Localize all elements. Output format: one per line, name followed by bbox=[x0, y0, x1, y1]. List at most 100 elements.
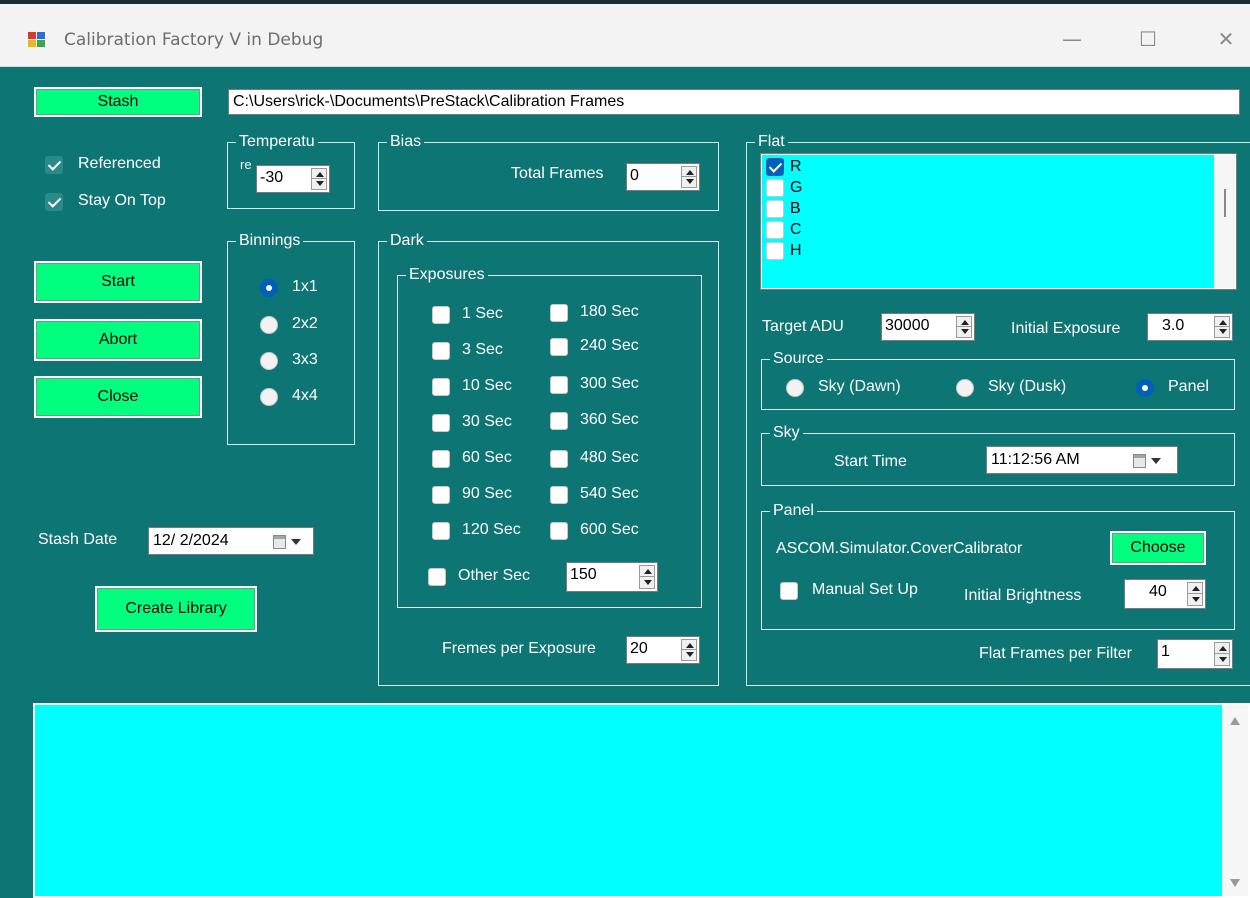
exposures-group: Exposures 1 Sec 3 Sec 10 Sec 30 Sec 60 S… bbox=[397, 265, 702, 608]
filter-r-checkbox[interactable] bbox=[766, 158, 784, 176]
title-bar[interactable]: Calibration Factory V in Debug — ☐ ✕ bbox=[0, 4, 1250, 67]
filter-listbox[interactable]: R G B C H bbox=[760, 153, 1237, 290]
binnings-group-title: Binnings bbox=[236, 231, 304, 251]
total-frames-spinner-arrows[interactable] bbox=[681, 166, 697, 188]
referenced-label: Referenced bbox=[78, 155, 161, 172]
panel-device-label: ASCOM.Simulator.CoverCalibrator bbox=[776, 540, 1023, 557]
scroll-down-icon[interactable] bbox=[1230, 879, 1240, 887]
total-frames-spinner[interactable]: 0 bbox=[626, 163, 700, 191]
initial-brightness-spinner-arrows[interactable] bbox=[1187, 582, 1203, 606]
stash-date-value: 12/ 2/2024 bbox=[153, 532, 229, 549]
source-panel-radio[interactable] bbox=[1136, 379, 1154, 397]
exposure-300-sec-checkbox[interactable] bbox=[550, 376, 568, 394]
frames-per-exposure-spinner-arrows[interactable] bbox=[681, 639, 697, 661]
exposure-60-sec-checkbox[interactable] bbox=[432, 450, 450, 468]
close-button[interactable]: Close bbox=[34, 376, 202, 418]
start-time-picker[interactable]: 11:12:56 AM bbox=[986, 446, 1178, 474]
create-library-button[interactable]: Create Library bbox=[95, 586, 257, 632]
chevron-down-icon bbox=[1151, 458, 1161, 464]
exposure-360-sec-label: 360 Sec bbox=[580, 411, 639, 428]
binning-1x1-label: 1x1 bbox=[292, 278, 318, 295]
other-sec-spinner-arrows[interactable] bbox=[639, 565, 655, 589]
initial-exposure-spinner-arrows[interactable] bbox=[1214, 316, 1230, 338]
flat-frames-per-filter-spinner-arrows[interactable] bbox=[1214, 642, 1230, 666]
maximize-button[interactable]: ☐ bbox=[1134, 26, 1162, 52]
bias-group: Bias Total Frames 0 bbox=[378, 132, 719, 211]
initial-brightness-spinner[interactable]: 40 bbox=[1124, 579, 1206, 609]
initial-exposure-spinner[interactable]: 3.0 bbox=[1147, 313, 1233, 341]
initial-brightness-value: 40 bbox=[1149, 583, 1167, 600]
source-sky-dusk-radio[interactable] bbox=[956, 379, 974, 397]
target-adu-spinner[interactable]: 30000 bbox=[881, 313, 975, 341]
start-button[interactable]: Start bbox=[34, 261, 202, 303]
manual-setup-checkbox[interactable] bbox=[780, 582, 798, 600]
frames-per-exposure-spinner[interactable]: 20 bbox=[626, 636, 700, 664]
minimize-button[interactable]: — bbox=[1058, 26, 1086, 52]
flat-frames-per-filter-label: Flat Frames per Filter bbox=[979, 645, 1132, 662]
log-scrollbar[interactable] bbox=[1222, 705, 1248, 896]
filter-g-checkbox[interactable] bbox=[766, 179, 784, 197]
exposure-10-sec-checkbox[interactable] bbox=[432, 378, 450, 396]
exposure-240-sec-label: 240 Sec bbox=[580, 337, 639, 354]
calendar-icon bbox=[1133, 454, 1146, 468]
close-window-button[interactable]: ✕ bbox=[1212, 26, 1240, 52]
temperature-group: Temperatu re -30 bbox=[227, 132, 355, 209]
exposure-240-sec-checkbox[interactable] bbox=[550, 338, 568, 356]
stash-button[interactable]: Stash bbox=[34, 87, 202, 117]
exposure-3-sec-checkbox[interactable] bbox=[432, 342, 450, 360]
exposure-120-sec-checkbox[interactable] bbox=[432, 522, 450, 540]
stash-date-label: Stash Date bbox=[38, 531, 118, 548]
filter-h-checkbox[interactable] bbox=[766, 242, 784, 260]
temperature-value: -30 bbox=[260, 169, 284, 186]
temperature-group-title: Temperatu bbox=[236, 132, 318, 152]
stay-on-top-checkbox[interactable] bbox=[45, 193, 63, 211]
filter-list-scrollbar[interactable] bbox=[1215, 155, 1235, 288]
binnings-group: Binnings 1x1 2x2 3x3 4x4 bbox=[227, 231, 355, 445]
scroll-thumb[interactable] bbox=[1224, 189, 1226, 217]
temperature-spinner[interactable]: -30 bbox=[256, 165, 330, 193]
initial-brightness-label: Initial Brightness bbox=[964, 587, 1082, 604]
referenced-checkbox[interactable] bbox=[45, 156, 63, 174]
source-sky-dawn-radio[interactable] bbox=[786, 379, 804, 397]
source-panel-label: Panel bbox=[1168, 378, 1209, 395]
binning-4x4-radio[interactable] bbox=[260, 388, 278, 406]
exposure-60-sec-label: 60 Sec bbox=[462, 449, 512, 466]
exposure-3-sec-label: 3 Sec bbox=[462, 341, 503, 358]
target-adu-spinner-arrows[interactable] bbox=[956, 316, 972, 338]
stay-on-top-label: Stay On Top bbox=[78, 192, 166, 209]
binning-2x2-radio[interactable] bbox=[260, 316, 278, 334]
stash-date-picker[interactable]: 12/ 2/2024 bbox=[148, 527, 314, 555]
filter-c-checkbox[interactable] bbox=[766, 221, 784, 239]
total-frames-value: 0 bbox=[630, 167, 639, 184]
flat-group-title: Flat bbox=[755, 132, 788, 152]
choose-button[interactable]: Choose bbox=[1110, 531, 1206, 565]
stash-path-field[interactable]: C:\Users\rick-\Documents\PreStack\Calibr… bbox=[228, 89, 1240, 115]
exposure-360-sec-checkbox[interactable] bbox=[550, 412, 568, 430]
other-sec-checkbox[interactable] bbox=[428, 568, 446, 586]
abort-button[interactable]: Abort bbox=[34, 319, 202, 361]
target-adu-label: Target ADU bbox=[762, 318, 844, 335]
flat-frames-per-filter-spinner[interactable]: 1 bbox=[1157, 639, 1233, 669]
source-sky-dawn-label: Sky (Dawn) bbox=[818, 378, 901, 395]
start-time-value: 11:12:56 AM bbox=[991, 451, 1080, 468]
exposure-90-sec-checkbox[interactable] bbox=[432, 486, 450, 504]
main-window: Calibration Factory V in Debug — ☐ ✕ Sta… bbox=[0, 0, 1250, 898]
start-time-label: Start Time bbox=[834, 453, 907, 470]
exposure-30-sec-checkbox[interactable] bbox=[432, 414, 450, 432]
exposure-120-sec-label: 120 Sec bbox=[462, 521, 521, 538]
binning-3x3-radio[interactable] bbox=[260, 352, 278, 370]
log-textbox[interactable] bbox=[33, 703, 1250, 898]
filter-b-checkbox[interactable] bbox=[766, 200, 784, 218]
scroll-up-icon[interactable] bbox=[1230, 717, 1240, 725]
temperature-spinner-arrows[interactable] bbox=[311, 168, 327, 190]
exposure-540-sec-label: 540 Sec bbox=[580, 485, 639, 502]
exposure-480-sec-checkbox[interactable] bbox=[550, 450, 568, 468]
exposure-1-sec-checkbox[interactable] bbox=[432, 306, 450, 324]
other-sec-spinner[interactable]: 150 bbox=[566, 562, 658, 592]
exposure-540-sec-checkbox[interactable] bbox=[550, 486, 568, 504]
exposure-90-sec-label: 90 Sec bbox=[462, 485, 512, 502]
source-group-title: Source bbox=[770, 349, 827, 369]
exposure-180-sec-checkbox[interactable] bbox=[550, 304, 568, 322]
binning-1x1-radio[interactable] bbox=[260, 279, 278, 297]
exposure-600-sec-checkbox[interactable] bbox=[550, 522, 568, 540]
